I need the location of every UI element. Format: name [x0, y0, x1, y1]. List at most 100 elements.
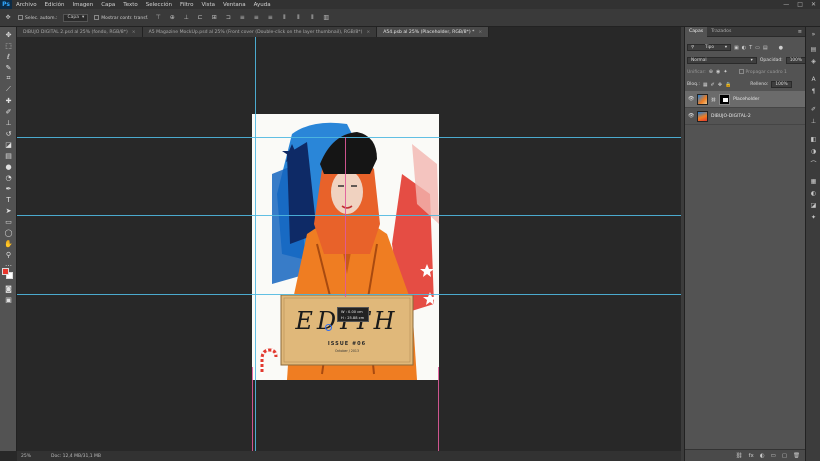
quick-mask-icon[interactable]: ◙	[3, 284, 14, 293]
lasso-icon[interactable]: ℓ	[3, 52, 14, 61]
gradient-icon[interactable]: ▤	[3, 151, 14, 160]
filter-shape-icon[interactable]: ▭	[755, 45, 760, 51]
layer-row-dibujo[interactable]: 👁 DIBUJO-DIGITAL-2	[685, 108, 806, 125]
distribute-center-icon[interactable]: ⫴	[294, 14, 302, 22]
unify-position-icon[interactable]: ⊕	[709, 69, 713, 75]
tab-trazados[interactable]: Trazados	[707, 27, 735, 37]
filter-type-icon[interactable]: T	[749, 45, 752, 51]
distribute-middle-icon[interactable]: ≡	[252, 14, 260, 22]
paths-icon[interactable]: ⌒	[809, 159, 818, 168]
layers-icon[interactable]: ◧	[809, 135, 818, 144]
eye-icon[interactable]: 👁	[688, 113, 694, 119]
channels-icon[interactable]: ◑	[809, 147, 818, 156]
lock-pixels-icon[interactable]: ▦	[703, 82, 708, 88]
menu-vista[interactable]: Vista	[197, 2, 219, 8]
fx-icon[interactable]: fx	[749, 453, 754, 459]
quick-select-icon[interactable]: ✎	[3, 63, 14, 72]
new-layer-icon[interactable]: ▢	[782, 453, 787, 459]
filter-kind-select[interactable]: ⚲ Tipo ▾	[687, 44, 731, 51]
brush-icon[interactable]: ✐	[3, 107, 14, 116]
distribute-bottom-icon[interactable]: ≡	[266, 14, 274, 22]
filter-pixel-icon[interactable]: ▣	[734, 45, 739, 51]
eye-icon[interactable]: 👁	[688, 96, 694, 102]
paragraph-icon[interactable]: ¶	[809, 87, 818, 96]
more-tools-icon[interactable]: …	[3, 259, 14, 268]
menu-filtro[interactable]: Filtro	[176, 2, 197, 8]
close-window-button[interactable]: ✕	[811, 1, 816, 8]
properties-icon[interactable]: ◈	[809, 57, 818, 66]
auto-select-checkbox[interactable]: Selec. autom.:	[18, 14, 57, 21]
menu-ventana[interactable]: Ventana	[219, 2, 250, 8]
canvas-area[interactable]: EDITH ISSUE #06 October / 2013 W : 0.00 …	[17, 37, 681, 451]
guide-horizontal[interactable]	[17, 137, 681, 138]
panel-menu-icon[interactable]: ≡	[798, 29, 805, 35]
close-icon[interactable]: ×	[132, 30, 136, 35]
fill-input[interactable]: 100%	[771, 81, 792, 88]
maximize-button[interactable]: □	[797, 1, 803, 8]
hand-icon[interactable]: ✋	[3, 239, 14, 248]
layer-thumbnail[interactable]	[697, 93, 708, 105]
menu-archivo[interactable]: Archivo	[12, 2, 41, 8]
brush-preset-icon[interactable]: ✐	[809, 105, 818, 114]
swatches-icon[interactable]: ▦	[809, 177, 818, 186]
rectangle-icon[interactable]: ▭	[3, 217, 14, 226]
trash-icon[interactable]: 🗑	[793, 453, 800, 459]
foreground-color-swatch[interactable]	[2, 268, 9, 275]
eraser-icon[interactable]: ◪	[3, 140, 14, 149]
lock-all-icon[interactable]: 🔒	[725, 82, 731, 88]
filter-toggle-icon[interactable]: ●	[779, 45, 783, 51]
pen-icon[interactable]: ✒	[3, 184, 14, 193]
lock-paint-icon[interactable]: ✐	[711, 82, 715, 88]
adjustment-layer-icon[interactable]: ◐	[760, 453, 765, 459]
tab-magazine-mockup[interactable]: A5 Magazine MockUp.psd al 25% (Front cov…	[142, 27, 378, 37]
guide-vertical-pink[interactable]	[438, 367, 439, 451]
layer-row-placeholder[interactable]: 👁 ⛓ Placeholder	[685, 91, 806, 108]
stamp-icon[interactable]: ⊥	[3, 118, 14, 127]
type-icon[interactable]: T	[3, 195, 14, 204]
eyedropper-icon[interactable]: ⟋	[3, 85, 14, 94]
path-select-icon[interactable]: ➤	[3, 206, 14, 215]
guide-horizontal[interactable]	[17, 215, 681, 216]
screen-mode-icon[interactable]: ▣	[3, 295, 14, 304]
tab-capas[interactable]: Capas	[685, 26, 708, 37]
align-middle-icon[interactable]: ⊕	[168, 14, 176, 22]
guide-vertical[interactable]	[255, 37, 256, 451]
guide-horizontal[interactable]	[17, 294, 681, 295]
history-icon[interactable]: ▤	[809, 45, 818, 54]
align-bottom-icon[interactable]: ⊥	[182, 14, 190, 22]
character-icon[interactable]: A	[809, 75, 818, 84]
healing-icon[interactable]: ✚	[3, 96, 14, 105]
link-layers-icon[interactable]: ⛓	[736, 453, 743, 459]
collapse-icon[interactable]: »	[809, 30, 818, 39]
guide-vertical-pink[interactable]	[252, 367, 253, 451]
lock-move-icon[interactable]: ✥	[718, 82, 722, 88]
filter-adjust-icon[interactable]: ◐	[742, 45, 746, 51]
layer-name[interactable]: Placeholder	[733, 97, 759, 102]
distribute-right-icon[interactable]: ⫴	[308, 14, 316, 22]
minimize-button[interactable]: —	[783, 1, 789, 8]
layer-mask-thumbnail[interactable]	[719, 93, 731, 105]
opacity-input[interactable]: 100%	[785, 57, 806, 64]
adjustments-icon[interactable]: ◪	[809, 201, 818, 210]
menu-texto[interactable]: Texto	[119, 2, 142, 8]
align-left-icon[interactable]: ⊏	[196, 14, 204, 22]
chain-icon[interactable]: ⛓	[711, 97, 716, 102]
crop-icon[interactable]: ⌗	[3, 74, 14, 83]
close-icon[interactable]: ×	[478, 30, 482, 35]
layer-thumbnail[interactable]	[697, 110, 708, 122]
history-brush-icon[interactable]: ↺	[3, 129, 14, 138]
blur-icon[interactable]: ●	[3, 162, 14, 171]
menu-capa[interactable]: Capa	[97, 2, 119, 8]
add-mask-icon[interactable]: ▭	[771, 453, 776, 459]
propagate-checkbox[interactable]: Propagar cuadro 1	[738, 69, 787, 75]
color-icon[interactable]: ◐	[809, 189, 818, 198]
clone-source-icon[interactable]: ⊥	[809, 117, 818, 126]
tab-dibujo-digital[interactable]: DIBUJO DIGITAL 2.psd al 25% (fondo, RGB/…	[17, 27, 143, 37]
close-icon[interactable]: ×	[366, 30, 370, 35]
zoom-icon[interactable]: ⚲	[3, 250, 14, 259]
auto-align-icon[interactable]: ▥	[322, 14, 330, 22]
ellipse-icon[interactable]: ◯	[3, 228, 14, 237]
dodge-icon[interactable]: ◔	[3, 173, 14, 182]
show-transform-checkbox[interactable]: Mostrar contr. transf.	[94, 14, 148, 21]
guide-vertical-pink[interactable]	[345, 137, 346, 297]
